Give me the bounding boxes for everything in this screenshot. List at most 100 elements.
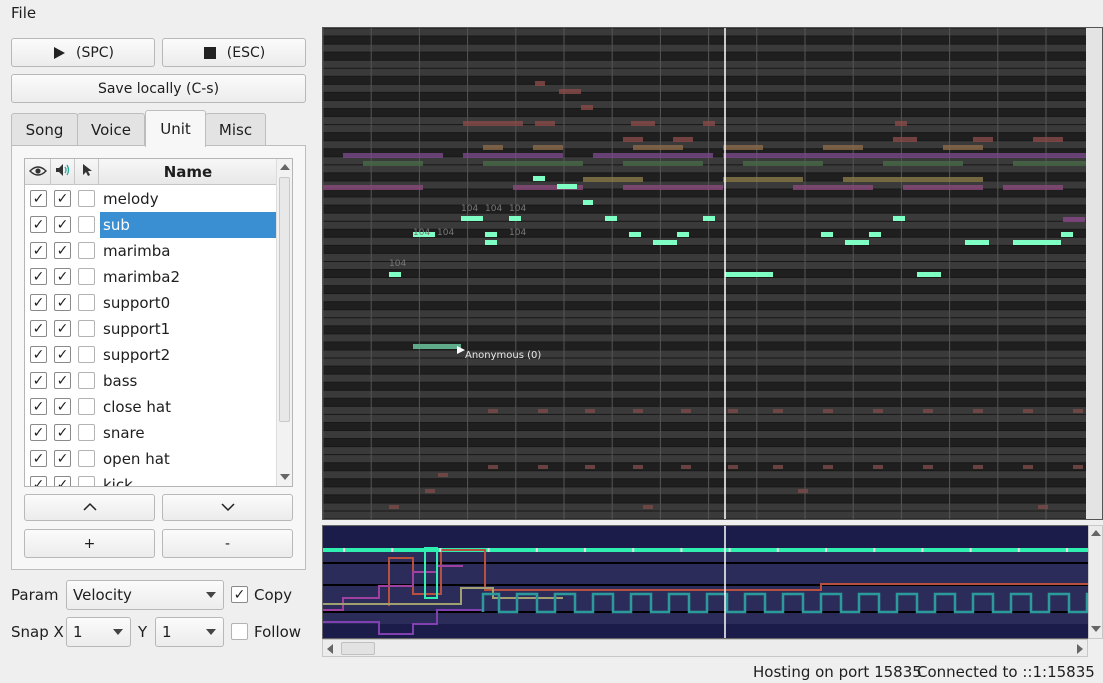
unit-name[interactable]: support0 [100,290,276,316]
unit-audible-checkbox[interactable]: ✓ [54,216,71,233]
param-select[interactable]: Velocity [66,580,224,610]
key-row [323,269,1102,278]
unit-edit-checkbox[interactable] [78,268,95,285]
unit-row[interactable]: ✓ ✓ close hat [25,394,277,420]
unit-audible-checkbox[interactable]: ✓ [54,346,71,363]
unit-edit-checkbox[interactable] [78,346,95,363]
unit-name[interactable]: kick [100,472,276,486]
unit-name[interactable]: open hat [100,446,276,472]
copy-checkbox[interactable]: ✓ [231,586,248,603]
name-column-header[interactable]: Name [99,159,277,185]
unit-row[interactable]: ✓ ✓ support1 [25,316,277,342]
unit-row[interactable]: ✓ ✓ sub [25,212,277,238]
unit-visible-checkbox[interactable]: ✓ [30,450,47,467]
unit-name[interactable]: bass [100,368,276,394]
piano-roll-canvas[interactable]: 104 104 104 104 104 104 104 Anonymous (0) [323,28,1103,520]
add-unit-button[interactable]: + [24,529,155,558]
visible-column-header[interactable] [25,159,51,185]
save-locally-button[interactable]: Save locally (C-s) [11,74,306,103]
unit-edit-checkbox[interactable] [78,190,95,207]
scroll-right-arrow-icon[interactable] [1077,644,1083,654]
unit-name[interactable]: snare [100,420,276,446]
unit-audible-checkbox[interactable]: ✓ [54,190,71,207]
velocity-canvas[interactable] [323,526,1103,639]
unit-audible-checkbox[interactable]: ✓ [54,424,71,441]
unit-row[interactable]: ✓ ✓ kick [25,472,277,486]
unit-visible-checkbox[interactable]: ✓ [30,398,47,415]
scroll-up-arrow-icon[interactable] [280,164,290,170]
unit-row[interactable]: ✓ ✓ open hat [25,446,277,472]
unit-visible-checkbox[interactable]: ✓ [30,190,47,207]
move-unit-up-button[interactable] [24,494,155,521]
unit-edit-checkbox[interactable] [78,450,95,467]
unit-audible-checkbox[interactable]: ✓ [54,372,71,389]
audible-column-header[interactable] [51,159,75,185]
unit-visible-checkbox[interactable]: ✓ [30,424,47,441]
velocity-vertical-scrollbar[interactable] [1088,525,1103,639]
unit-table-scrollbar[interactable] [276,159,292,486]
tab-song[interactable]: Song [11,113,78,146]
note [633,465,643,469]
unit-row[interactable]: ✓ ✓ marimba [25,238,277,264]
unit-audible-checkbox[interactable]: ✓ [54,398,71,415]
play-button[interactable]: (SPC) [11,38,155,67]
roll-horizontal-scroll-thumb[interactable] [341,642,375,655]
unit-visible-checkbox[interactable]: ✓ [30,372,47,389]
unit-row[interactable]: ✓ ✓ melody [25,186,277,212]
unit-name[interactable]: support2 [100,342,276,368]
unit-edit-checkbox[interactable] [78,372,95,389]
unit-audible-checkbox[interactable]: ✓ [54,320,71,337]
stop-button[interactable]: (ESC) [162,38,306,67]
unit-edit-checkbox[interactable] [78,216,95,233]
unit-audible-checkbox[interactable]: ✓ [54,294,71,311]
scroll-left-arrow-icon[interactable] [327,644,333,654]
snap-x-select[interactable]: 1 [66,617,131,647]
unit-visible-checkbox[interactable]: ✓ [30,476,47,486]
unit-edit-checkbox[interactable] [78,294,95,311]
unit-name[interactable]: melody [100,186,276,212]
unit-edit-checkbox[interactable] [78,398,95,415]
unit-name[interactable]: marimba [100,238,276,264]
menu-file[interactable]: File [11,4,36,22]
tab-voice[interactable]: Voice [77,113,145,146]
unit-row[interactable]: ✓ ✓ bass [25,368,277,394]
tab-unit[interactable]: Unit [145,110,206,147]
unit-visible-checkbox[interactable]: ✓ [30,346,47,363]
unit-name[interactable]: marimba2 [100,264,276,290]
tab-misc[interactable]: Misc [205,113,266,146]
velocity-panel[interactable] [322,525,1103,639]
unit-visible-checkbox[interactable]: ✓ [30,294,47,311]
scroll-down-arrow-icon[interactable] [1091,626,1101,632]
follow-checkbox[interactable] [231,623,248,640]
unit-edit-checkbox[interactable] [78,320,95,337]
piano-roll[interactable]: 104 104 104 104 104 104 104 Anonymous (0) [322,27,1103,520]
remove-unit-button[interactable]: - [162,529,293,558]
unit-row[interactable]: ✓ ✓ snare [25,420,277,446]
unit-visible-checkbox[interactable]: ✓ [30,242,47,259]
unit-name[interactable]: close hat [100,394,276,420]
unit-visible-checkbox[interactable]: ✓ [30,320,47,337]
unit-table-scroll-thumb[interactable] [279,177,290,422]
key-row [323,350,1102,359]
unit-audible-checkbox[interactable]: ✓ [54,268,71,285]
unit-edit-checkbox[interactable] [78,476,95,486]
snap-y-select[interactable]: 1 [155,617,224,647]
unit-audible-checkbox[interactable]: ✓ [54,450,71,467]
unit-name[interactable]: support1 [100,316,276,342]
unit-visible-checkbox[interactable]: ✓ [30,268,47,285]
unit-visible-checkbox[interactable]: ✓ [30,216,47,233]
move-unit-down-button[interactable] [162,494,293,521]
unit-edit-checkbox[interactable] [78,242,95,259]
unit-row[interactable]: ✓ ✓ support0 [25,290,277,316]
edit-column-header[interactable] [75,159,99,185]
note [973,137,993,142]
scroll-down-arrow-icon[interactable] [280,474,290,480]
unit-edit-checkbox[interactable] [78,424,95,441]
unit-row[interactable]: ✓ ✓ support2 [25,342,277,368]
unit-audible-checkbox[interactable]: ✓ [54,242,71,259]
unit-name[interactable]: sub [100,212,276,238]
unit-audible-checkbox[interactable]: ✓ [54,476,71,486]
roll-horizontal-scrollbar[interactable] [322,639,1088,657]
unit-row[interactable]: ✓ ✓ marimba2 [25,264,277,290]
scroll-up-arrow-icon[interactable] [1091,530,1101,536]
